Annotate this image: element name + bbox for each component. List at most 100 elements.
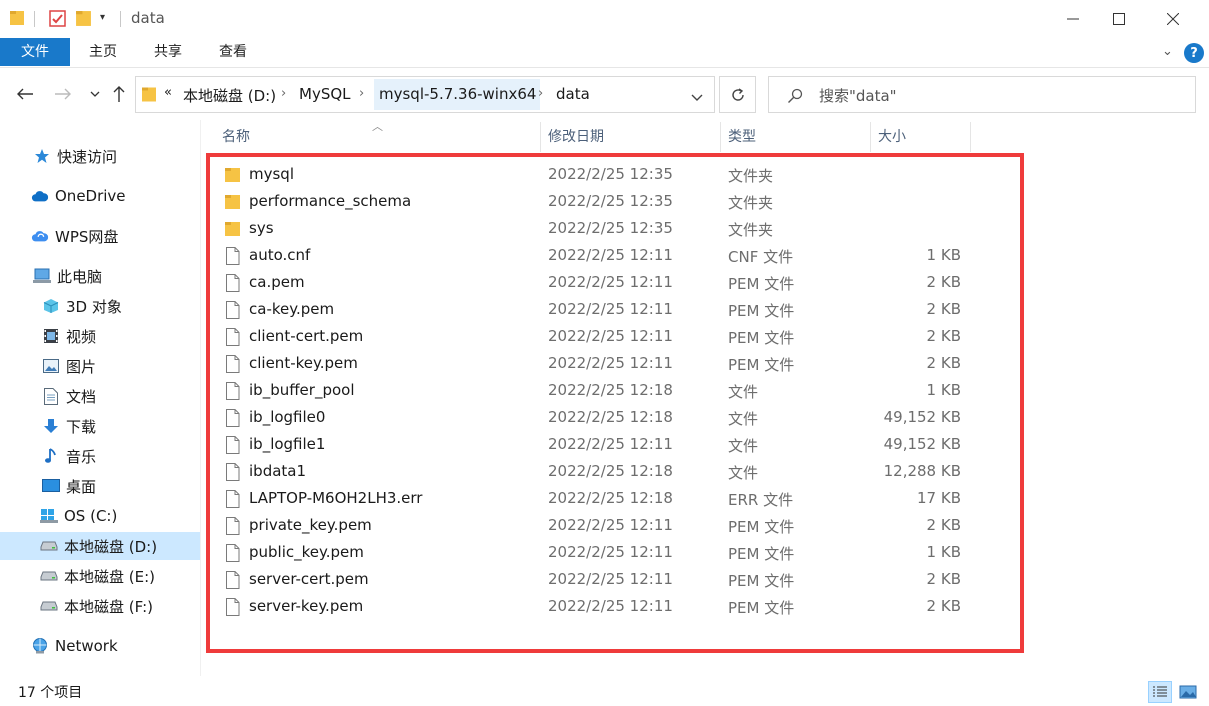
- file-row[interactable]: ib_logfile0 2022/2/25 12:18 文件 49,152 KB: [217, 404, 972, 431]
- column-header-size[interactable]: 大小: [878, 122, 906, 152]
- breadcrumb-mysql-version[interactable]: mysql-5.7.36-winx64: [379, 85, 536, 103]
- file-row[interactable]: server-cert.pem 2022/2/25 12:11 PEM 文件 2 KB: [217, 566, 972, 593]
- file-type: PEM 文件: [728, 599, 795, 617]
- tab-view[interactable]: 查看: [210, 38, 256, 66]
- file-name: ibdata1: [249, 462, 307, 480]
- file-date: 2022/2/25 12:11: [548, 570, 673, 588]
- chevron-right-icon[interactable]: ›: [359, 86, 364, 101]
- search-box[interactable]: 搜索"data": [768, 76, 1196, 113]
- file-row[interactable]: client-cert.pem 2022/2/25 12:11 PEM 文件 2 KB: [217, 323, 972, 350]
- file-type: 文件夹: [728, 167, 774, 185]
- nav-item-label: 本地磁盘 (E:): [64, 567, 156, 586]
- chevron-right-icon[interactable]: ›: [281, 86, 286, 101]
- file-row[interactable]: public_key.pem 2022/2/25 12:11 PEM 文件 1 KB: [217, 539, 972, 566]
- file-row[interactable]: sys 2022/2/25 12:35 文件夹: [217, 215, 972, 242]
- nav-item-onedrive[interactable]: OneDrive: [0, 182, 200, 210]
- maximize-icon: [1113, 13, 1125, 25]
- nav-item-videos[interactable]: 视频: [0, 322, 200, 350]
- address-history-chevron-icon[interactable]: [691, 90, 703, 106]
- file-name: ca.pem: [249, 273, 305, 291]
- file-icon: [226, 490, 240, 508]
- large-icons-view-button[interactable]: [1176, 681, 1200, 703]
- file-row[interactable]: mysql 2022/2/25 12:35 文件夹: [217, 161, 972, 188]
- file-type: PEM 文件: [728, 302, 795, 320]
- file-row[interactable]: ca.pem 2022/2/25 12:11 PEM 文件 2 KB: [217, 269, 972, 296]
- column-divider[interactable]: [870, 122, 871, 152]
- column-header-name[interactable]: 名称: [222, 122, 250, 152]
- minimize-button[interactable]: [1050, 0, 1096, 38]
- nav-item-drive-f[interactable]: 本地磁盘 (F:): [0, 592, 200, 620]
- file-row[interactable]: ib_buffer_pool 2022/2/25 12:18 文件 1 KB: [217, 377, 972, 404]
- chevron-right-icon[interactable]: ›: [538, 86, 543, 101]
- tab-home[interactable]: 主页: [80, 38, 126, 66]
- tab-file[interactable]: 文件: [0, 38, 70, 66]
- file-row[interactable]: server-key.pem 2022/2/25 12:11 PEM 文件 2 KB: [217, 593, 972, 620]
- details-view-button[interactable]: [1148, 681, 1172, 703]
- nav-item-network[interactable]: Network: [0, 632, 200, 660]
- nav-item-drive-d[interactable]: 本地磁盘 (D:): [0, 532, 200, 560]
- breadcrumb-drive-d[interactable]: 本地磁盘 (D:): [183, 85, 276, 106]
- column-header-type[interactable]: 类型: [728, 122, 756, 152]
- file-type: 文件夹: [728, 221, 774, 239]
- maximize-button[interactable]: [1096, 0, 1142, 38]
- nav-item-label: 下载: [66, 417, 97, 436]
- breadcrumb-data[interactable]: data: [556, 85, 590, 103]
- up-button[interactable]: [108, 83, 130, 105]
- nav-item-this-pc[interactable]: 此电脑: [0, 262, 200, 290]
- file-type: 文件: [728, 383, 759, 401]
- item-count: 17 个项目: [18, 685, 83, 701]
- nav-item-desktop[interactable]: 桌面: [0, 472, 200, 500]
- file-date: 2022/2/25 12:35: [548, 219, 673, 237]
- file-size: 2 KB: [926, 570, 961, 588]
- file-row[interactable]: LAPTOP-M6OH2LH3.err 2022/2/25 12:18 ERR 文件…: [217, 485, 972, 512]
- file-type: ERR 文件: [728, 491, 794, 509]
- nav-item-os-c[interactable]: OS (C:): [0, 502, 200, 530]
- nav-item-downloads[interactable]: 下载: [0, 412, 200, 440]
- nav-item-documents[interactable]: 文档: [0, 382, 200, 410]
- customize-toolbar-chevron-icon[interactable]: ▾: [100, 12, 105, 23]
- file-row[interactable]: auto.cnf 2022/2/25 12:11 CNF 文件 1 KB: [217, 242, 972, 269]
- nav-item-quick-access[interactable]: 快速访问: [0, 142, 200, 170]
- close-button[interactable]: [1150, 0, 1196, 38]
- nav-item-label: 音乐: [66, 447, 97, 466]
- properties-check-icon[interactable]: [49, 10, 67, 28]
- wps-cloud-icon: [31, 227, 49, 245]
- column-header-date[interactable]: 修改日期: [548, 122, 604, 152]
- file-row[interactable]: ca-key.pem 2022/2/25 12:11 PEM 文件 2 KB: [217, 296, 972, 323]
- file-type: PEM 文件: [728, 356, 795, 374]
- forward-button[interactable]: [52, 83, 74, 105]
- file-icon: [226, 301, 240, 319]
- nav-item-pictures[interactable]: 图片: [0, 352, 200, 380]
- back-button[interactable]: [14, 83, 36, 105]
- file-icon: [226, 463, 240, 481]
- column-divider[interactable]: [720, 122, 721, 152]
- file-size: 49,152 KB: [883, 408, 961, 426]
- breadcrumb-overflow[interactable]: «: [164, 85, 172, 100]
- nav-item-3d-objects[interactable]: 3D 对象: [0, 292, 200, 320]
- address-bar[interactable]: « 本地磁盘 (D:) › MySQL › mysql-5.7.36-winx6…: [135, 76, 715, 113]
- status-bar: 17 个项目: [0, 676, 1209, 706]
- tab-share[interactable]: 共享: [145, 38, 191, 66]
- refresh-button[interactable]: [719, 76, 756, 113]
- file-row[interactable]: ib_logfile1 2022/2/25 12:11 文件 49,152 KB: [217, 431, 972, 458]
- recent-locations-button[interactable]: [84, 83, 106, 105]
- expand-ribbon-chevron-icon[interactable]: ⌄: [1162, 44, 1173, 59]
- file-row[interactable]: performance_schema 2022/2/25 12:35 文件夹: [217, 188, 972, 215]
- file-row[interactable]: ibdata1 2022/2/25 12:18 文件 12,288 KB: [217, 458, 972, 485]
- column-divider[interactable]: [540, 122, 541, 152]
- file-date: 2022/2/25 12:11: [548, 273, 673, 291]
- nav-item-music[interactable]: 音乐: [0, 442, 200, 470]
- file-row[interactable]: client-key.pem 2022/2/25 12:11 PEM 文件 2 KB: [217, 350, 972, 377]
- file-row[interactable]: private_key.pem 2022/2/25 12:11 PEM 文件 2 KB: [217, 512, 972, 539]
- nav-item-label: Network: [55, 637, 118, 655]
- help-button[interactable]: ?: [1184, 43, 1204, 63]
- nav-item-wps-cloud[interactable]: WPS网盘: [0, 222, 200, 250]
- nav-item-drive-e[interactable]: 本地磁盘 (E:): [0, 562, 200, 590]
- sort-ascending-icon: ︿: [372, 120, 383, 133]
- breadcrumb-mysql[interactable]: MySQL: [299, 85, 351, 103]
- file-date: 2022/2/25 12:11: [548, 327, 673, 345]
- file-date: 2022/2/25 12:18: [548, 462, 673, 480]
- refresh-icon: [731, 87, 744, 101]
- column-divider[interactable]: [970, 122, 971, 152]
- new-folder-icon[interactable]: [76, 10, 91, 27]
